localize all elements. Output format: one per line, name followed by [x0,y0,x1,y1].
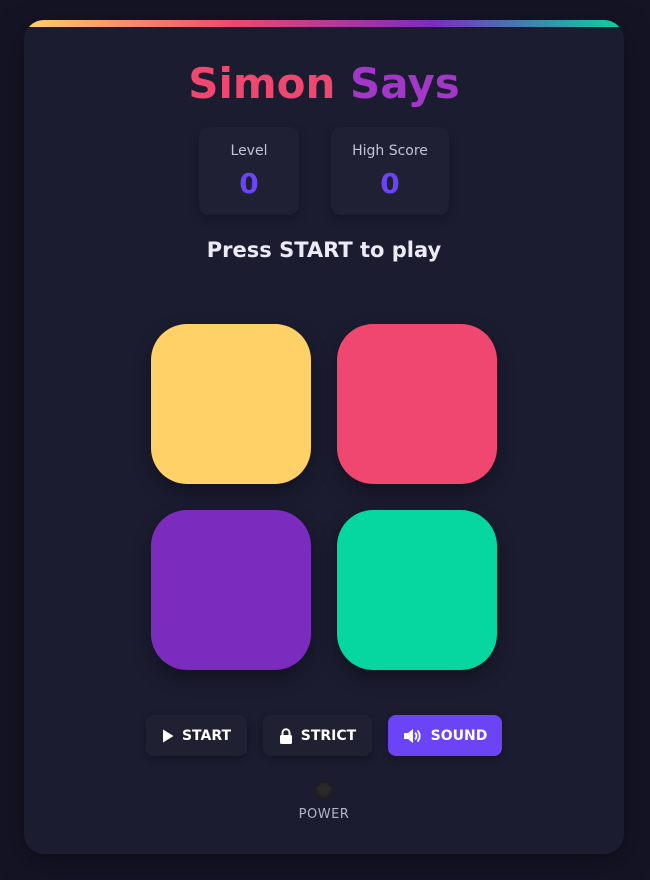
level-box: Level 0 [199,127,299,215]
level-value: 0 [239,167,259,200]
pad-red[interactable] [337,324,497,484]
level-label: Level [230,143,268,159]
title-part-1: Simon [188,59,336,108]
speaker-icon [403,728,423,744]
high-score-label: High Score [352,143,428,159]
start-button[interactable]: START [146,715,247,756]
high-score-value: 0 [380,167,400,200]
pad-green[interactable] [337,510,497,670]
strict-button[interactable]: STRICT [263,715,372,756]
title-part-2: Says [350,59,460,108]
status-message: Press START to play [206,238,442,262]
pad-yellow[interactable] [151,324,311,484]
play-icon [162,729,174,743]
start-button-label: START [181,727,232,744]
high-score-box: High Score 0 [331,127,449,215]
power-indicator [315,781,333,799]
pad-purple[interactable] [151,510,311,670]
strict-button-label: STRICT [300,727,357,744]
sound-button-label: SOUND [430,727,488,744]
power-label: POWER [298,807,350,822]
sound-button[interactable]: SOUND [388,715,502,756]
game-card: Simon Says Level 0 High Score 0 Press ST… [24,20,624,854]
lock-icon [279,727,293,744]
game-title: Simon Says [24,58,624,110]
gradient-top-bar [24,20,624,27]
